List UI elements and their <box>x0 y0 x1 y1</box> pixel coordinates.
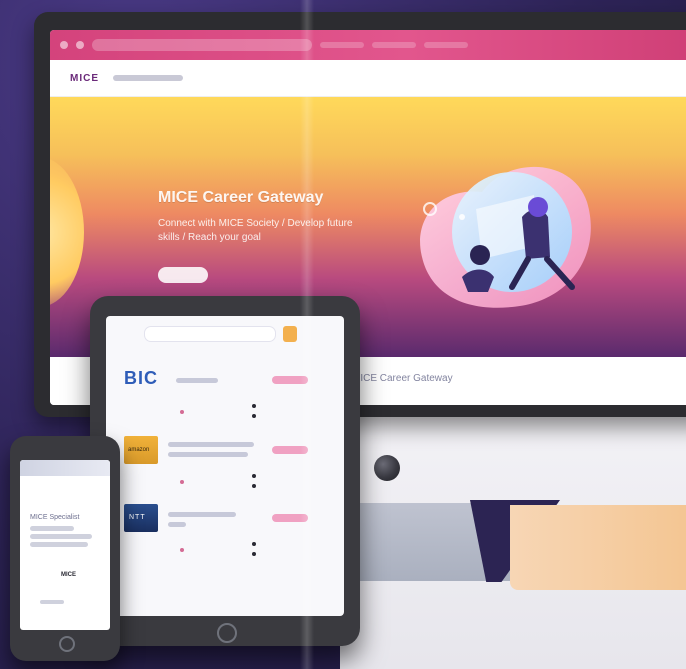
phone-bottom-link[interactable] <box>40 600 64 604</box>
site-header: MICE <box>50 60 686 97</box>
amazon-wordmark: amazon <box>128 447 150 453</box>
text-line <box>168 522 186 527</box>
speaker-icon <box>374 455 400 481</box>
menu-icon[interactable] <box>283 326 297 342</box>
bic-logo: BIC <box>124 368 158 388</box>
indicator-dot <box>180 548 184 552</box>
text-line <box>168 442 254 447</box>
company-card[interactable]: BIC <box>124 368 328 430</box>
forward-icon[interactable] <box>76 41 84 49</box>
phone-title: MICE Specialist <box>30 514 80 521</box>
phone-toolbar <box>20 460 110 476</box>
search-input[interactable] <box>144 326 276 342</box>
site-logo[interactable]: MICE <box>70 73 99 84</box>
phone-logo: MICE <box>61 572 76 578</box>
indicator-dot <box>252 404 256 408</box>
company-card[interactable]: amazon <box>124 436 328 498</box>
home-button[interactable] <box>217 623 237 643</box>
text-line <box>30 526 74 531</box>
scene: MICE MICE Career Gateway Connect with MI… <box>0 0 686 669</box>
site-nav-placeholder <box>113 75 183 81</box>
ntt-wordmark: NTT <box>129 514 146 521</box>
hero-cta-button[interactable] <box>158 267 208 283</box>
glare-highlight <box>300 0 314 669</box>
text-line <box>30 542 88 547</box>
bookmark-item[interactable] <box>320 42 364 48</box>
bookmark-item[interactable] <box>424 42 468 48</box>
indicator-dot <box>180 480 184 484</box>
browser-toolbar <box>50 30 686 60</box>
indicator-dot <box>252 552 256 556</box>
bookmark-item[interactable] <box>372 42 416 48</box>
text-line <box>30 534 92 539</box>
section-heading: MICE Career Gateway <box>352 373 453 384</box>
home-button[interactable] <box>59 636 75 652</box>
cream-accent <box>510 505 686 590</box>
hero-subtitle: Connect with MICE Society / Develop futu… <box>158 218 353 243</box>
text-line <box>176 378 218 383</box>
indicator-dot <box>252 484 256 488</box>
hero-illustration <box>420 166 591 308</box>
text-line <box>168 512 236 517</box>
amazon-logo: amazon <box>124 436 158 464</box>
tablet-device: BIC amazon NTT <box>90 296 360 646</box>
back-icon[interactable] <box>60 41 68 49</box>
hero-decoration <box>50 157 84 307</box>
phone-screen: MICE Specialist MICE <box>20 460 110 630</box>
hero-title: MICE Career Gateway <box>158 189 324 206</box>
company-card[interactable]: NTT <box>124 504 328 566</box>
indicator-dot <box>180 410 184 414</box>
ntt-logo: NTT <box>124 504 158 532</box>
phone-device: MICE Specialist MICE <box>10 436 120 661</box>
text-line <box>168 452 248 457</box>
indicator-dot <box>252 414 256 418</box>
indicator-dot <box>252 542 256 546</box>
address-bar[interactable] <box>92 39 312 51</box>
indicator-dot <box>252 474 256 478</box>
